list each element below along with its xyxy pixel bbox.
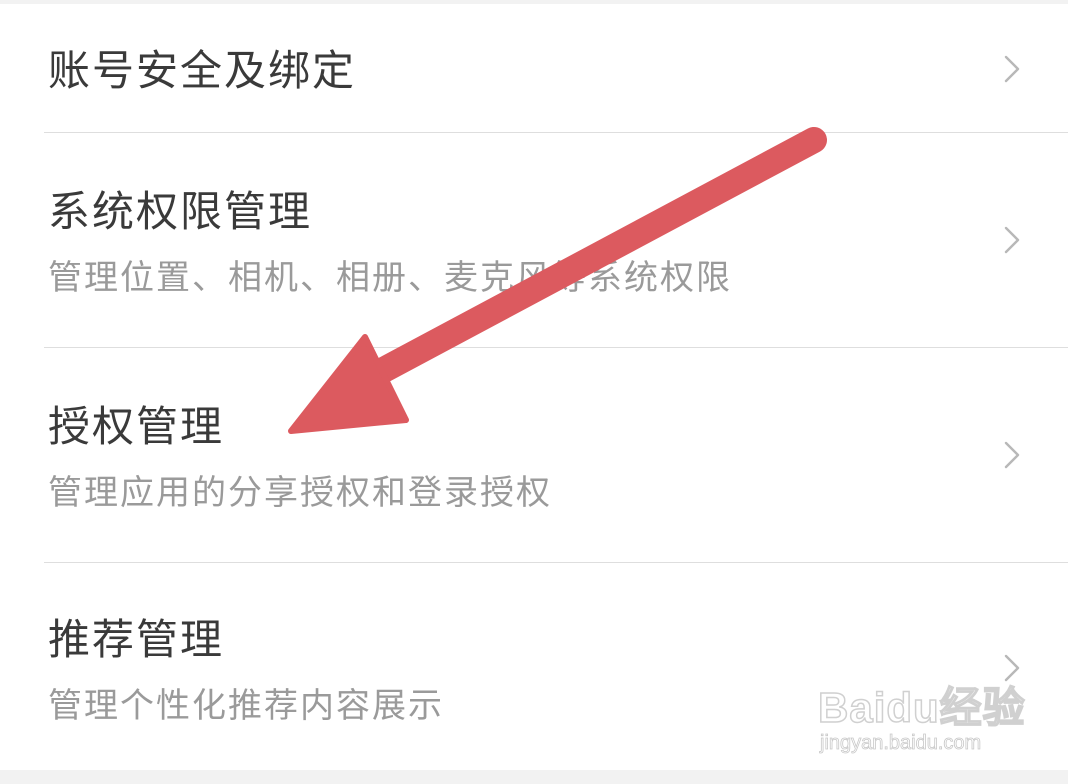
chevron-right-icon: [1004, 55, 1020, 83]
settings-item-title: 授权管理: [48, 402, 225, 451]
settings-item-description: 管理个性化推荐内容展示: [48, 686, 444, 726]
chevron-right-icon: [1004, 226, 1020, 254]
settings-item-title: 账号安全及绑定: [48, 46, 357, 95]
watermark: Baidu经验 jingyan.baidu.com: [817, 668, 1025, 768]
settings-item-account-security[interactable]: 账号安全及绑定: [0, 4, 1068, 132]
watermark-url: jingyan.baidu.com: [820, 732, 982, 755]
settings-list: 账号安全及绑定 系统权限管理 管理位置、相机、相册、麦克风等系统权限 授权管理 …: [0, 4, 1068, 770]
settings-item-description: 管理应用的分享授权和登录授权: [48, 473, 552, 513]
chevron-right-icon: [1004, 441, 1020, 469]
settings-item-description: 管理位置、相机、相册、麦克风等系统权限: [48, 258, 732, 298]
watermark-logo: Baidu经验: [817, 683, 1026, 732]
settings-item-title: 系统权限管理: [48, 187, 313, 236]
settings-item-authorization[interactable]: 授权管理 管理应用的分享授权和登录授权: [0, 348, 1068, 562]
settings-item-system-permissions[interactable]: 系统权限管理 管理位置、相机、相册、麦克风等系统权限: [0, 133, 1068, 347]
settings-item-title: 推荐管理: [48, 615, 225, 664]
